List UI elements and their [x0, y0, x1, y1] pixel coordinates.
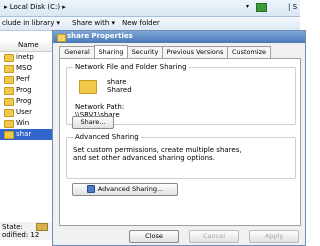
advanced-sharing-button[interactable]: Advanced Sharing...	[72, 183, 178, 196]
search-box-fragment[interactable]: | S	[288, 3, 297, 11]
tab-security[interactable]: Security	[127, 46, 163, 58]
tab-previous-versions[interactable]: Previous Versions	[162, 46, 228, 58]
share-name: share	[107, 78, 127, 86]
shared-folder-icon	[79, 80, 97, 94]
close-button[interactable]: Close	[129, 230, 179, 243]
dialog-title: share Properties	[67, 32, 133, 40]
sharing-tab-panel: Network File and Folder Sharing share Sh…	[59, 58, 301, 226]
new-folder-button[interactable]: New folder	[122, 19, 160, 27]
status-modified: odified: 12	[2, 231, 40, 239]
tab-general[interactable]: General	[59, 46, 95, 58]
group-title: Network File and Folder Sharing	[73, 63, 189, 71]
dialog-titlebar[interactable]: share Properties	[53, 31, 305, 43]
shared-users-icon	[36, 223, 48, 231]
advanced-sharing-description: Set custom permissions, create multiple …	[73, 146, 242, 162]
tab-customize[interactable]: Customize	[227, 46, 271, 58]
shield-icon	[86, 185, 95, 193]
folder-icon	[4, 54, 14, 62]
tab-sharing[interactable]: Sharing	[94, 45, 128, 58]
folder-icon	[4, 109, 14, 117]
address-dropdown-icon[interactable]: ▾	[246, 3, 249, 10]
address-path[interactable]: ▸ Local Disk (C:) ▸	[4, 3, 66, 11]
advanced-sharing-label: Advanced Sharing...	[97, 185, 164, 193]
list-item[interactable]: Prog	[4, 96, 56, 107]
list-item[interactable]: Perf	[4, 74, 56, 85]
folder-icon	[4, 65, 14, 73]
include-in-library-button[interactable]: clude in library ▾	[2, 19, 60, 27]
folder-icon	[57, 34, 66, 42]
cancel-button[interactable]: Cancel	[189, 230, 239, 243]
group-title: Advanced Sharing	[73, 133, 141, 141]
apply-button[interactable]: Apply	[249, 230, 299, 243]
share-state: Shared	[107, 86, 132, 94]
list-item[interactable]: MSO	[4, 63, 56, 74]
list-item[interactable]: Win	[4, 118, 56, 129]
status-state: State:	[2, 223, 23, 231]
list-item[interactable]: Prog	[4, 85, 56, 96]
details-pane: State: odified: 12	[0, 222, 54, 240]
address-bar[interactable]: ▸ Local Disk (C:) ▸ ▾ | S	[0, 0, 300, 17]
list-item-selected[interactable]: shar	[0, 129, 54, 140]
list-item[interactable]: inetp	[4, 52, 56, 63]
list-item[interactable]: User	[4, 107, 56, 118]
folder-icon	[4, 76, 14, 84]
network-path-label: Network Path:	[75, 103, 125, 111]
folder-icon	[4, 120, 14, 128]
properties-dialog: share Properties General Sharing Securit…	[52, 30, 306, 246]
share-button[interactable]: Share...	[72, 116, 114, 129]
command-bar: clude in library ▾ Share with ▾ New fold…	[0, 17, 300, 31]
advanced-sharing-group: Advanced Sharing Set custom permissions,…	[66, 133, 296, 179]
share-with-button[interactable]: Share with ▾	[72, 19, 115, 27]
refresh-icon[interactable]	[256, 3, 267, 12]
folder-icon	[4, 131, 14, 139]
column-name-label[interactable]: Name	[18, 41, 39, 49]
folder-icon	[4, 98, 14, 106]
folder-icon	[4, 87, 14, 95]
column-header[interactable]: Name	[0, 40, 54, 52]
